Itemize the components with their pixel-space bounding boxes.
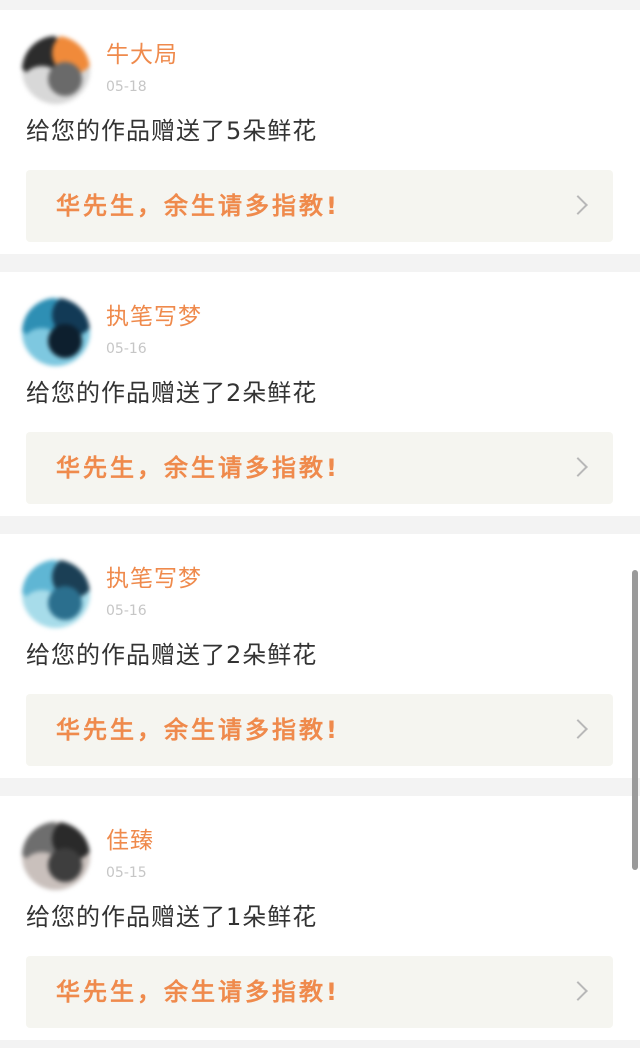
chevron-right-icon [568, 457, 588, 477]
avatar[interactable] [22, 36, 90, 104]
avatar[interactable] [22, 298, 90, 366]
scrollbar[interactable] [632, 570, 638, 870]
gift-message: 给您的作品赠送了2朵鲜花 [26, 379, 318, 407]
chevron-right-icon [568, 195, 588, 215]
avatar-blob [48, 62, 82, 96]
work-title: 华先生，余生请多指教! [56, 454, 340, 482]
avatar-blob [48, 848, 82, 882]
gift-message: 给您的作品赠送了1朵鲜花 [26, 903, 318, 931]
work-title: 华先生，余生请多指教! [56, 978, 340, 1006]
work-title: 华先生，余生请多指教! [56, 192, 340, 220]
chevron-right-icon [568, 719, 588, 739]
notification-card: 佳臻 05-15 给您的作品赠送了1朵鲜花 华先生，余生请多指教! [0, 796, 640, 1040]
username[interactable]: 执笔写梦 [106, 564, 202, 594]
work-link[interactable]: 华先生，余生请多指教! [26, 432, 613, 504]
work-title: 华先生，余生请多指教! [56, 716, 340, 744]
date: 05-15 [106, 865, 147, 881]
avatar-blob [48, 586, 82, 620]
avatar[interactable] [22, 822, 90, 890]
notification-card: 执笔写梦 05-16 给您的作品赠送了2朵鲜花 华先生，余生请多指教! [0, 534, 640, 778]
avatar-blob [48, 324, 82, 358]
gift-message: 给您的作品赠送了5朵鲜花 [26, 117, 318, 145]
work-link[interactable]: 华先生，余生请多指教! [26, 956, 613, 1028]
username[interactable]: 佳臻 [106, 826, 154, 856]
date: 05-18 [106, 79, 147, 95]
gift-message: 给您的作品赠送了2朵鲜花 [26, 641, 318, 669]
notification-card: 牛大局 05-18 给您的作品赠送了5朵鲜花 华先生，余生请多指教! [0, 10, 640, 254]
work-link[interactable]: 华先生，余生请多指教! [26, 694, 613, 766]
date: 05-16 [106, 341, 147, 357]
username[interactable]: 牛大局 [106, 40, 178, 70]
username[interactable]: 执笔写梦 [106, 302, 202, 332]
chevron-right-icon [568, 981, 588, 1001]
work-link[interactable]: 华先生，余生请多指教! [26, 170, 613, 242]
notification-card: 执笔写梦 05-16 给您的作品赠送了2朵鲜花 华先生，余生请多指教! [0, 272, 640, 516]
avatar[interactable] [22, 560, 90, 628]
date: 05-16 [106, 603, 147, 619]
